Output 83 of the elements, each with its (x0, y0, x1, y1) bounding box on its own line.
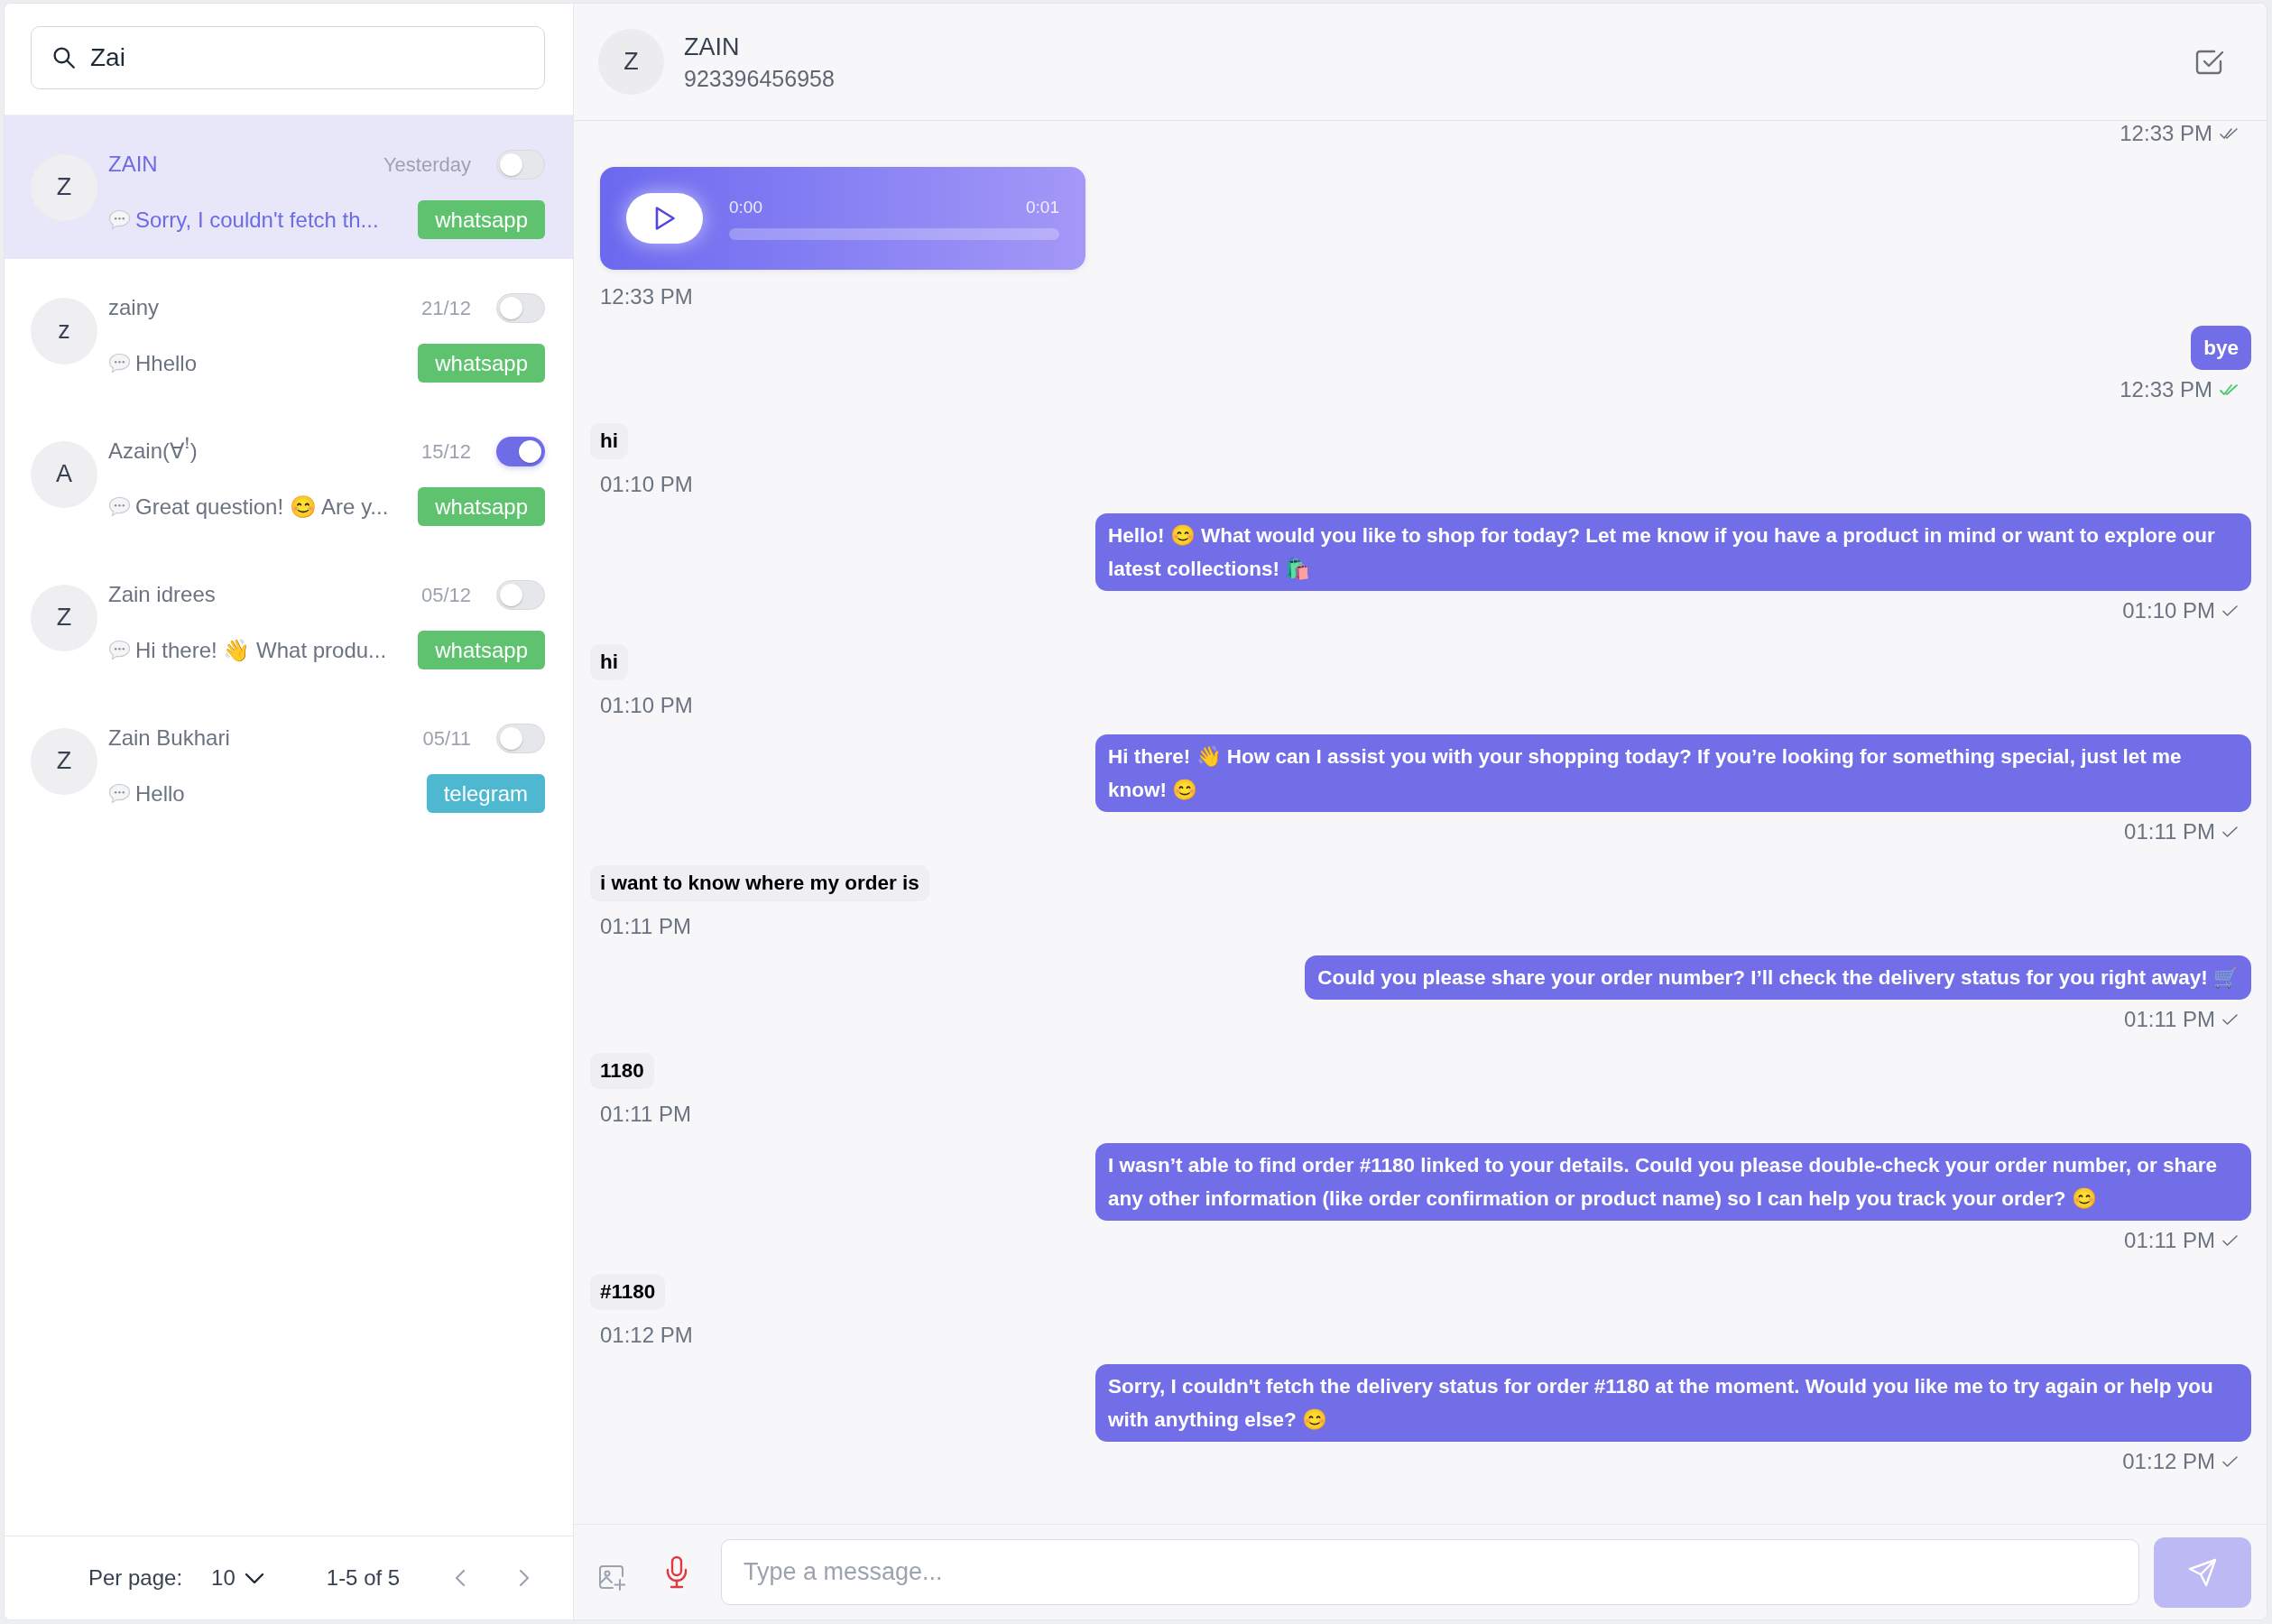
send-icon (2188, 1557, 2217, 1587)
conversation-item[interactable]: Z ZAIN Yesterday Sorry, I couldn't fetch th... whatsapp (5, 115, 573, 259)
message-preview: Hhello (135, 349, 199, 377)
message-time: 12:33 PM (2120, 121, 2212, 146)
incoming-message: #1180 (590, 1274, 666, 1310)
outgoing-message: Could you please share your order number? I’ll check the delivery status for you right away! 🛒 (1305, 955, 2251, 1000)
conversation-item[interactable]: Z Zain idrees 05/12 Hi there! 👋 What produ... whatsapp (5, 546, 573, 689)
outgoing-message: bye (2191, 326, 2251, 370)
channel-tag: telegram (426, 774, 545, 813)
outgoing-message: I wasn’t able to find order #1180 linked to your details. Could you please double-check your order number, or share any other information (like order confirmation or product name) so I can help you track your order? 😊 (1095, 1143, 2251, 1221)
speech-bubble-icon (108, 496, 131, 517)
message-preview: Sorry, I couldn't fetch th... (135, 206, 380, 234)
toggle-switch[interactable] (496, 579, 545, 610)
message-time: 01:11 PM (600, 1102, 691, 1127)
contact-name: ZAIN (684, 32, 740, 62)
conversation-item[interactable]: A Azain(∀ꜝ) 15/12 Great question! 😊 Are y... whatsapp (5, 402, 573, 546)
search-icon (52, 46, 75, 69)
microphone-icon[interactable] (665, 1555, 688, 1589)
toggle-switch[interactable] (496, 292, 545, 323)
avatar: Z (31, 584, 97, 651)
image-add-icon[interactable] (598, 1564, 625, 1592)
message-time: 01:11 PM (2124, 1007, 2215, 1032)
audio-duration: 0:01 (1026, 197, 1059, 217)
message-input[interactable]: Type a message... (721, 1539, 2139, 1605)
toggle-switch[interactable] (496, 149, 545, 180)
per-page-select[interactable]: 10 (211, 1562, 264, 1594)
play-button[interactable] (626, 193, 703, 244)
outgoing-message: Sorry, I couldn't fetch the delivery status for order #1180 at the moment. Would you like me to try again or help you with anything else? 😊 (1095, 1364, 2251, 1442)
play-icon (653, 206, 676, 231)
conversation-item[interactable]: Z Zain Bukhari 05/11 Hello telegram (5, 689, 573, 833)
incoming-message: hi (590, 644, 628, 680)
phone-number: 923396456958 (684, 64, 835, 93)
contact-name: Zain idrees (108, 581, 217, 608)
conversation-date: 05/11 (422, 725, 471, 752)
channel-tag: whatsapp (418, 631, 545, 669)
message-time: 01:10 PM (600, 472, 693, 497)
outgoing-message: Hello! 😊 What would you like to shop for today? Let me know if you have a product in mind or want to explore our latest collections! 🛍 (1095, 513, 2251, 591)
outgoing-message: Hi there! 👋 How can I assist you with your shopping today? If you’re looking for something special, just let me know! 😊 (1095, 734, 2251, 812)
avatar: Z (31, 727, 97, 795)
conversation-date: 15/12 (420, 438, 471, 465)
channel-tag: whatsapp (418, 344, 545, 383)
message-preview: Great question! 😊 Are y... (135, 493, 390, 521)
message-time: 01:11 PM (2124, 1228, 2215, 1253)
incoming-message: i want to know where my order is (590, 865, 929, 901)
message-time: 01:12 PM (2122, 1449, 2215, 1474)
search-field[interactable]: Zai (31, 26, 545, 89)
message-time: 01:11 PM (600, 914, 691, 939)
speech-bubble-icon (108, 783, 131, 804)
avatar: A (31, 440, 97, 508)
conversation-date: 21/12 (420, 295, 471, 321)
message-time: 01:10 PM (600, 693, 693, 718)
incoming-message: hi (590, 423, 628, 459)
conversation-date: Yesterday (383, 152, 471, 178)
avatar: Z (598, 29, 664, 95)
message-time: 01:12 PM (600, 1323, 693, 1348)
speech-bubble-icon (108, 353, 131, 374)
chevron-left-icon (455, 1569, 466, 1587)
message-preview: Hello (135, 780, 186, 807)
per-page-label: Per page: (88, 1564, 183, 1592)
chevron-down-icon (244, 1572, 264, 1584)
contact-name: zainy (108, 294, 161, 321)
speech-bubble-icon (108, 209, 131, 230)
audio-position: 0:00 (729, 197, 762, 217)
contact-name: ZAIN (108, 151, 159, 178)
avatar: z (31, 297, 97, 364)
message-time: 01:10 PM (2122, 598, 2215, 623)
channel-tag: whatsapp (418, 487, 545, 526)
contact-name: Zain Bukhari (108, 724, 231, 752)
conversation-item[interactable]: z zainy 21/12 Hhello whatsapp (5, 259, 573, 402)
message-time: 01:11 PM (2124, 819, 2215, 844)
speech-bubble-icon (108, 640, 131, 660)
conversation-date: 05/12 (420, 582, 471, 608)
incoming-message: 1180 (590, 1053, 654, 1089)
avatar: Z (31, 153, 97, 221)
message-preview: Hi there! 👋 What produ... (135, 636, 388, 664)
channel-tag: whatsapp (418, 200, 545, 239)
page-range: 1-5 of 5 (326, 1564, 401, 1592)
contact-name: Azain(∀ꜝ) (108, 436, 199, 465)
message-time: 12:33 PM (600, 284, 693, 309)
message-time: 12:33 PM (2120, 377, 2212, 402)
toggle-switch[interactable] (496, 436, 545, 466)
toggle-switch[interactable] (496, 723, 545, 753)
chevron-right-icon (519, 1569, 531, 1587)
